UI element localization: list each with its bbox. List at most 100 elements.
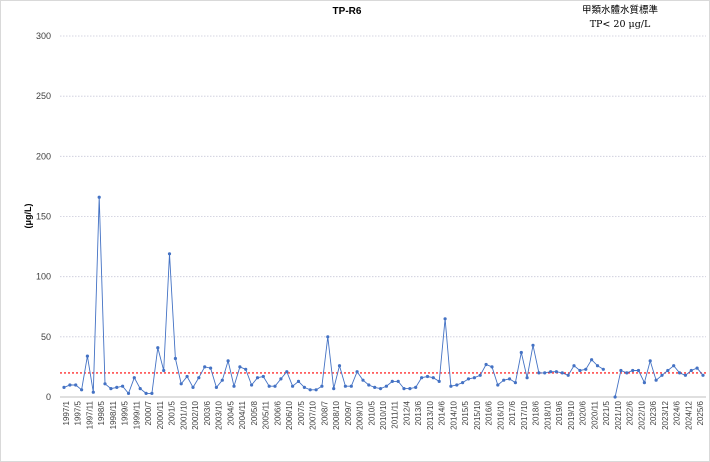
data-point xyxy=(367,383,371,387)
data-point xyxy=(308,388,312,392)
x-tick-label: 2003/10 xyxy=(215,400,224,429)
x-tick-label: 2023/12 xyxy=(661,400,670,429)
x-tick-label: 2004/5 xyxy=(226,400,235,425)
x-tick-label: 2011/11 xyxy=(391,400,400,428)
data-point xyxy=(408,387,412,391)
data-point xyxy=(478,373,482,377)
data-point xyxy=(472,376,476,380)
x-tick-label: 2010/5 xyxy=(367,400,376,425)
data-point xyxy=(191,385,195,389)
x-tick-label: 2008/7 xyxy=(320,400,329,425)
data-point xyxy=(566,373,570,377)
data-point xyxy=(560,371,564,375)
x-tick-label: 2018/6 xyxy=(532,400,541,425)
data-point xyxy=(244,367,248,371)
data-point xyxy=(683,373,688,377)
data-point xyxy=(349,384,353,388)
data-point xyxy=(695,366,699,370)
data-point xyxy=(373,385,377,389)
data-point xyxy=(314,388,318,392)
data-point xyxy=(167,252,172,256)
x-tick-label: 2015/5 xyxy=(461,400,470,425)
data-point xyxy=(173,356,177,361)
series-line xyxy=(63,197,704,398)
data-point xyxy=(250,383,254,387)
x-tick-label: 1997/5 xyxy=(74,400,83,425)
data-point xyxy=(613,395,617,399)
x-tick-label: 1999/11 xyxy=(132,400,141,429)
data-point xyxy=(384,384,388,388)
data-point xyxy=(68,383,72,387)
data-point xyxy=(220,378,224,382)
data-point xyxy=(537,371,541,375)
data-point xyxy=(80,388,84,392)
y-tick-label: 0 xyxy=(46,392,51,402)
x-tick-label: 2022/6 xyxy=(626,400,635,425)
data-point xyxy=(156,346,160,350)
data-point xyxy=(103,382,107,386)
data-point xyxy=(678,371,682,375)
data-point xyxy=(273,384,277,388)
data-point xyxy=(584,367,588,371)
data-point xyxy=(132,376,136,380)
y-tick-label: 150 xyxy=(36,212,51,222)
data-point xyxy=(396,379,400,383)
data-point xyxy=(390,379,394,383)
data-point xyxy=(631,368,635,373)
x-tick-label: 2000/7 xyxy=(144,400,153,425)
x-tick-label: 2021/10 xyxy=(614,400,623,429)
gridlines xyxy=(60,35,706,338)
x-tick-label: 2009/7 xyxy=(344,400,353,425)
data-point xyxy=(74,383,78,387)
x-tick-label: 2022/10 xyxy=(637,400,646,429)
data-point xyxy=(496,383,500,387)
x-tick-label: 2012/4 xyxy=(402,400,411,425)
series-tp-points xyxy=(62,195,705,399)
x-tick-label: 2020/11 xyxy=(590,400,599,429)
x-tick-label: 2017/10 xyxy=(520,400,529,429)
data-point xyxy=(226,359,230,363)
data-point xyxy=(449,384,453,388)
x-tick-label: 2007/10 xyxy=(309,400,318,429)
data-point xyxy=(642,381,647,385)
x-tick-label: 2023/6 xyxy=(649,400,658,425)
x-tick-label: 2018/10 xyxy=(543,400,552,429)
x-tick-label: 2016/10 xyxy=(496,400,505,429)
x-tick-label: 2017/6 xyxy=(508,400,517,425)
data-point xyxy=(97,195,101,199)
data-point xyxy=(62,385,66,389)
data-point xyxy=(425,374,430,379)
y-tick-label: 50 xyxy=(41,332,51,342)
data-point xyxy=(414,385,418,389)
data-point xyxy=(625,371,629,375)
data-point xyxy=(590,358,594,362)
data-point xyxy=(144,391,148,395)
data-point xyxy=(578,368,582,373)
x-tick-label: 2005/11 xyxy=(262,400,271,429)
data-point xyxy=(285,370,289,374)
data-point xyxy=(420,376,424,380)
x-tick-label: 2001/5 xyxy=(168,400,177,425)
data-point xyxy=(619,368,623,373)
data-point xyxy=(455,383,459,387)
data-point xyxy=(337,364,342,368)
data-point xyxy=(554,370,559,374)
data-point xyxy=(291,384,295,388)
x-tick-label: 2020/6 xyxy=(579,400,588,425)
data-point xyxy=(326,335,330,339)
data-point xyxy=(466,377,471,381)
line-chart: 050100150200250300 1997/1 1997/5 1997/11 19… xyxy=(36,31,706,430)
data-point xyxy=(115,385,119,389)
data-point xyxy=(525,376,529,380)
data-point xyxy=(279,377,283,381)
x-tick-label: 1998/5 xyxy=(97,400,106,425)
data-point xyxy=(648,359,652,363)
x-tick-label: 2008/10 xyxy=(332,400,341,429)
data-point xyxy=(361,378,365,382)
data-point xyxy=(595,364,600,368)
x-tick-label: 1999/5 xyxy=(121,400,130,425)
x-tick-label: 2007/5 xyxy=(297,400,306,425)
x-tick-label: 2004/11 xyxy=(238,400,247,429)
data-point xyxy=(197,376,201,380)
x-tick-label: 1997/11 xyxy=(85,400,94,429)
